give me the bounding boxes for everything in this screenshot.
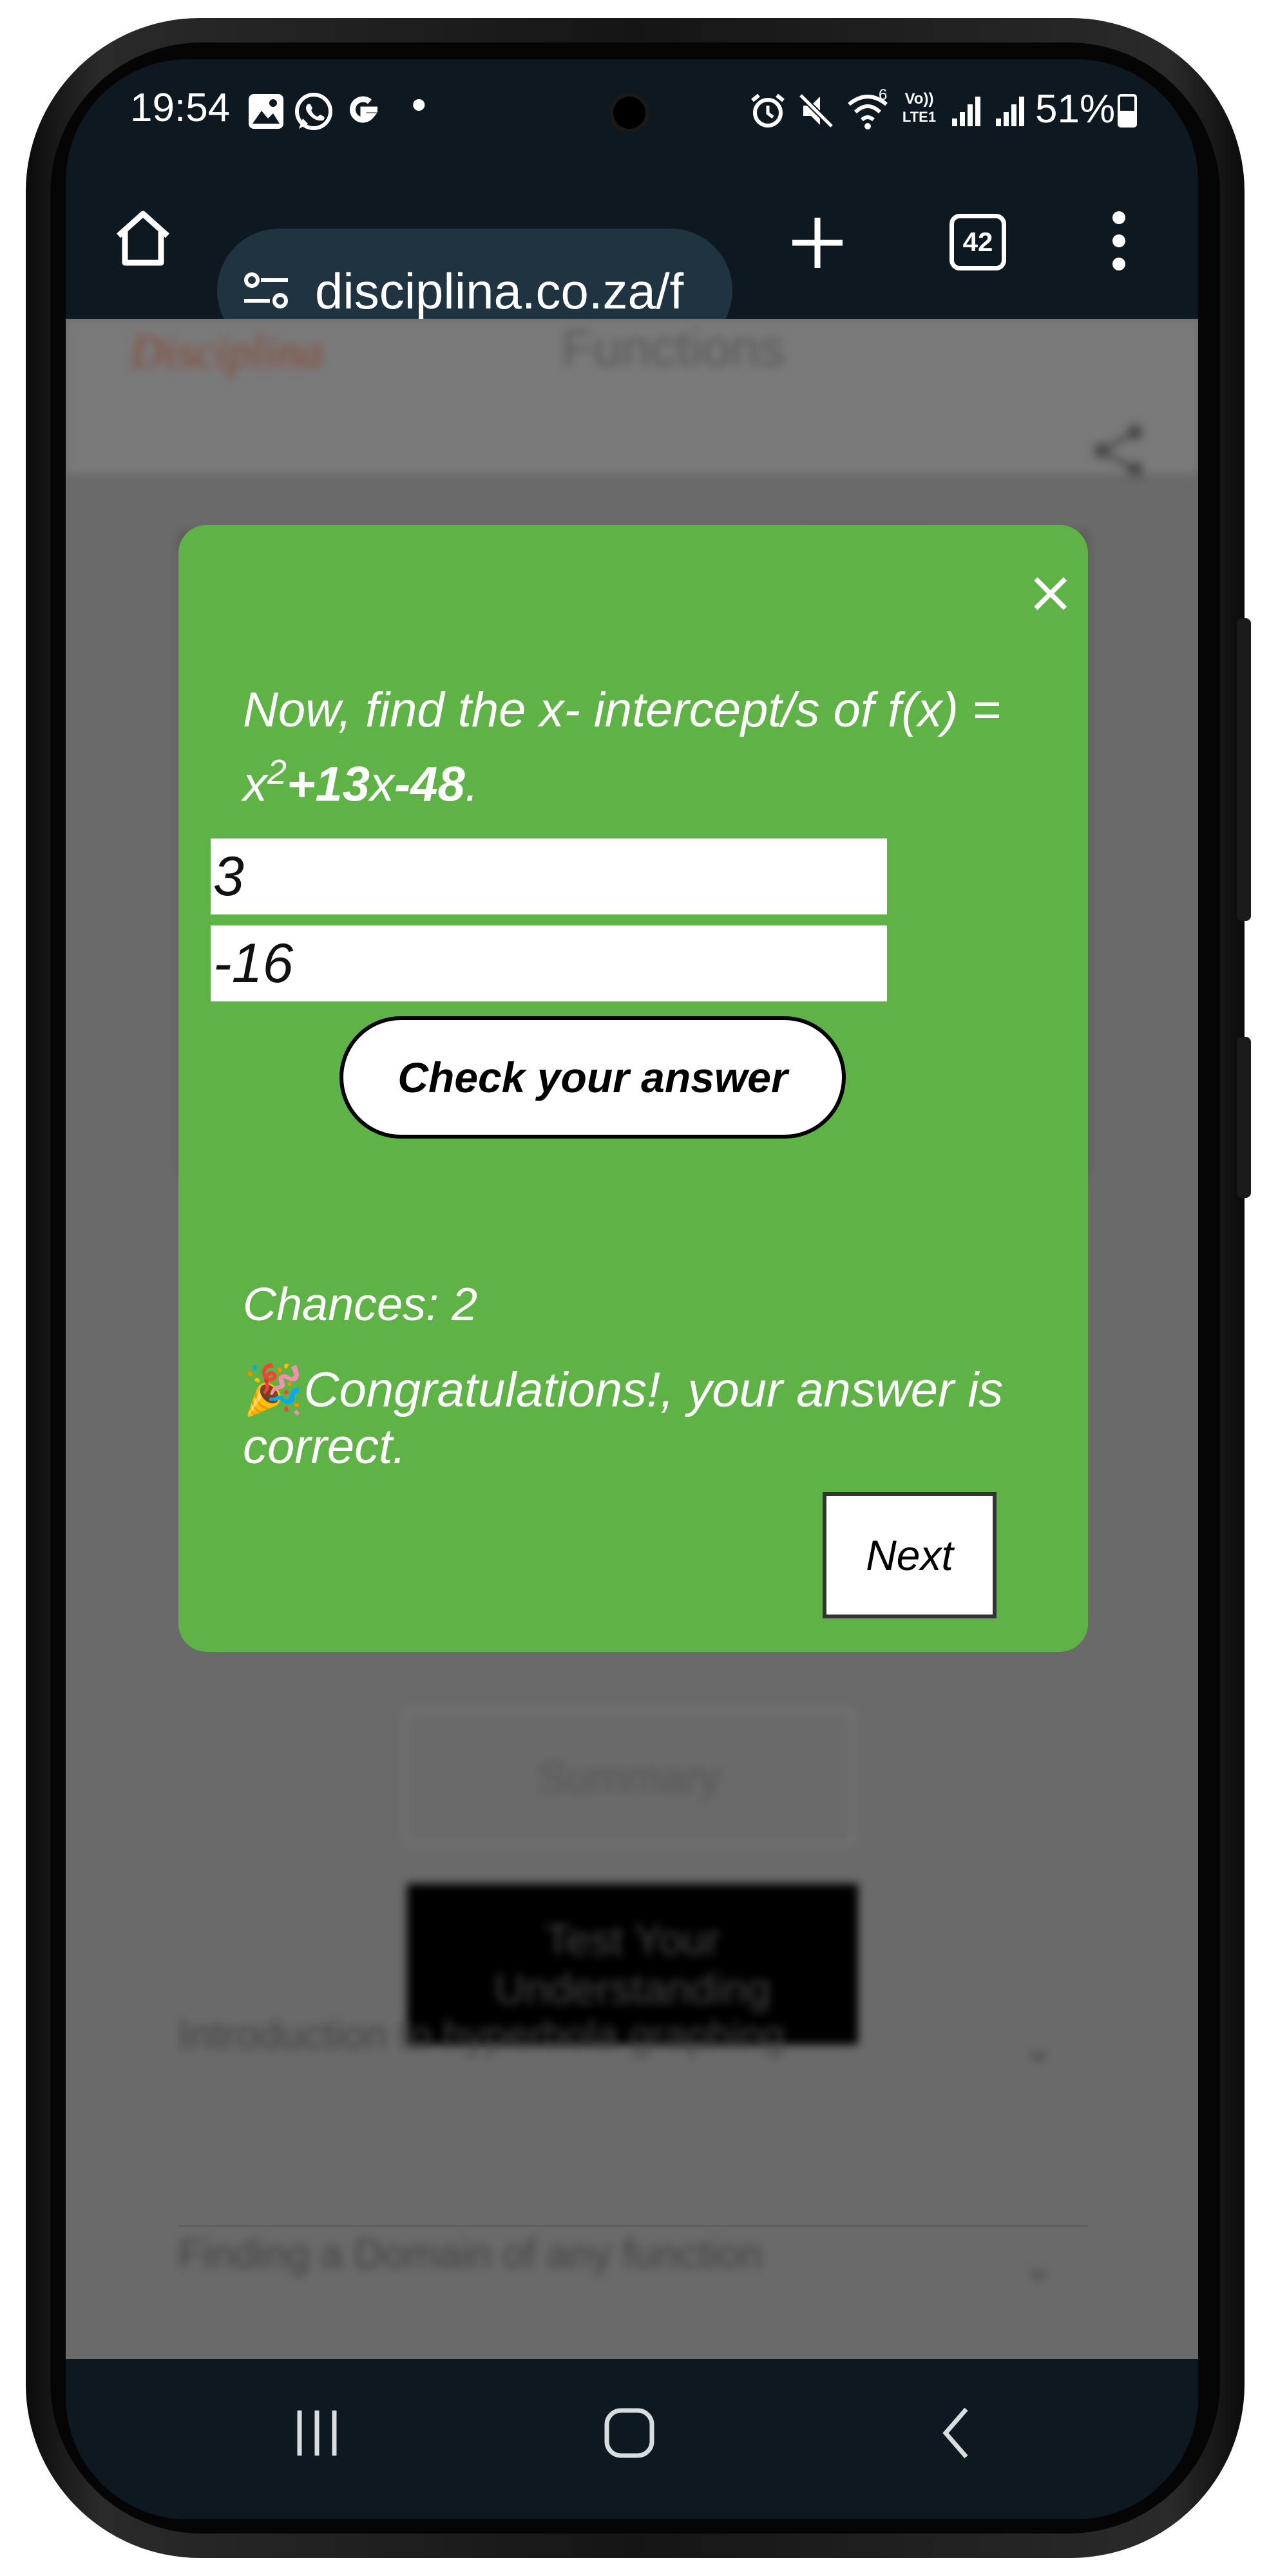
chances-label: Chances: 2 [243,1279,478,1331]
result-message: 🎉Congratulations!, your answer is correc… [243,1362,1029,1475]
plus-icon[interactable] [788,214,846,272]
front-camera [613,97,645,129]
phone-screen: 19:54 • 6 Vo)) LTE1 51% disciplina.co.za… [66,59,1198,2519]
lte-top: Vo)) [904,90,934,108]
question-var: x [369,757,394,812]
divider [178,2225,1088,2227]
signal-icon [996,97,1024,126]
accordion-item: Introduction to hyperbola graphing ⌄ [178,2000,1145,2090]
tabs-icon[interactable]: 42 [949,214,1006,270]
quiz-modal: × Now, find the x- intercept/s of f(x) =… [178,525,1088,1652]
home-nav-icon[interactable] [600,2404,658,2462]
battery-percent: 51% [1035,87,1116,131]
site-settings-icon[interactable] [242,271,291,310]
summary-label: Summary [538,1754,721,1801]
test-label: Test Your Understanding [494,1916,771,2012]
whatsapp-icon [295,93,332,130]
mute-icon [798,93,834,129]
alarm-icon [751,93,785,128]
question-exponent: 2 [267,753,287,791]
question-text: Now, find the x- intercept/s of f(x) = x… [243,679,1042,815]
back-icon[interactable] [929,2404,987,2462]
chevron-down-icon: ⌄ [1022,2244,1055,2289]
tabs-count: 42 [962,227,993,257]
page-title: Functions [562,319,785,377]
answer-input-2[interactable] [211,925,887,1001]
signal-icon [952,97,980,126]
summary-button: Summary [404,1710,855,1845]
accordion-label: Introduction to hyperbola graphing [178,2013,785,2058]
url-text[interactable]: disciplina.co.za/f [315,262,683,321]
gallery-icon [249,94,283,129]
accordion-item: Finding a Domain of any function ⌄ [178,2231,1145,2322]
status-time: 19:54 [130,86,231,130]
recent-apps-icon[interactable] [288,2404,346,2462]
lte-icon: Vo)) LTE1 [897,90,942,126]
congrats-text: Congratulations!, your answer is correct… [243,1363,1004,1474]
system-nav-bar [66,2359,1198,2519]
next-button[interactable]: Next [823,1492,997,1618]
power-button [1237,1037,1251,1198]
question-const: -48 [394,757,465,812]
chances-text: Chances: 2 [243,1278,477,1331]
answer-input-1[interactable] [211,838,887,914]
home-icon[interactable] [111,206,175,270]
party-popper-icon: 🎉 [243,1363,304,1417]
chevron-down-icon: ⌄ [1022,2025,1055,2070]
share-icon [1094,424,1143,477]
battery-icon [1118,94,1137,128]
site-logo: Disciplina [130,326,323,377]
question-coef: +13 [287,757,370,812]
question-period: . [464,757,479,812]
check-answer-button[interactable]: Check your answer [339,1016,846,1139]
accordion-label: Finding a Domain of any function [178,2232,763,2277]
battery-fill [1120,110,1134,125]
more-vert-icon[interactable] [1106,209,1132,273]
browser-toolbar: disciplina.co.za/f 42 [66,169,1198,352]
web-page-overlay: Disciplina Functions Summary Test Your U… [66,319,1198,2359]
lte-bottom: LTE1 [902,109,937,125]
google-icon [349,96,377,123]
close-icon[interactable]: × [1026,564,1074,621]
volume-button [1237,618,1251,921]
notification-dot: • [407,82,431,129]
wifi-label: 6 [879,86,888,104]
